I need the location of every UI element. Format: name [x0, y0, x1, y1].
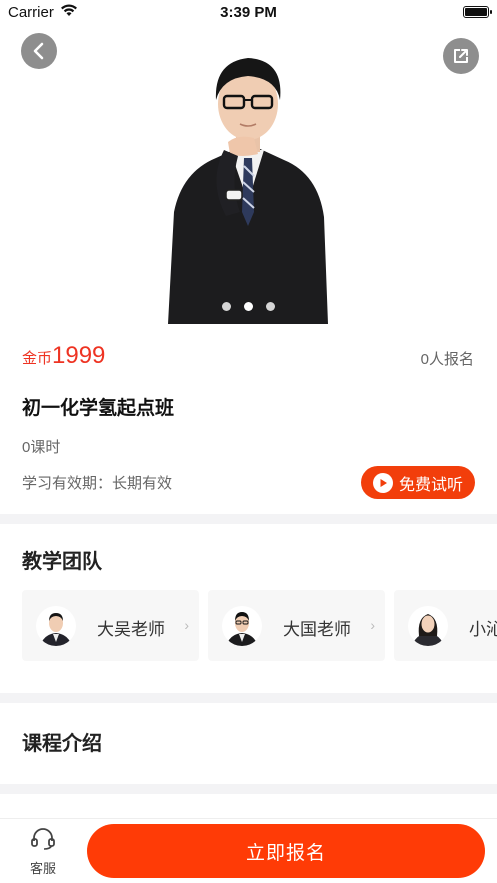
teacher-name: 小沁: [469, 620, 497, 639]
carousel-dot-active[interactable]: [244, 302, 253, 311]
back-button[interactable]: [21, 33, 57, 69]
carousel-indicator: [0, 302, 497, 311]
teacher-list[interactable]: 大吴老师 › 大国老师 › 小沁 ›: [22, 590, 497, 662]
teacher-card[interactable]: 大吴老师 ›: [22, 590, 199, 661]
teacher-photo: [168, 58, 328, 324]
validity-period: 学习有效期：长期有效: [22, 475, 173, 492]
chevron-left-icon: [33, 42, 44, 60]
course-info: 金币1999 0人报名 初一化学氢起点班 0课时 学习有效期：长期有效 免费试听: [0, 324, 497, 514]
share-button[interactable]: [443, 38, 479, 74]
clock: 3:39 PM: [220, 4, 277, 21]
teacher-card[interactable]: 小沁 ›: [394, 590, 497, 661]
section-divider: [0, 514, 497, 524]
free-trial-button[interactable]: 免费试听: [361, 466, 475, 499]
teacher-name: 大国老师: [283, 620, 351, 639]
carousel-dot[interactable]: [266, 302, 275, 311]
enroll-now-label: 立即报名: [245, 842, 326, 864]
price-unit: 金币: [22, 350, 53, 367]
lesson-count: 0课时: [22, 439, 61, 456]
customer-service-button[interactable]: 客服: [20, 827, 66, 877]
chevron-right-icon: ›: [370, 617, 375, 633]
hero-carousel[interactable]: [0, 26, 497, 324]
teacher-card[interactable]: 大国老师 ›: [208, 590, 385, 661]
intro-section-title: 课程介绍: [22, 733, 102, 755]
teacher-avatar: [36, 606, 76, 646]
course-title: 初一化学氢起点班: [22, 398, 175, 419]
teacher-avatar: [222, 606, 262, 646]
section-divider: [0, 693, 497, 703]
battery-icon: [463, 6, 492, 18]
chevron-right-icon: ›: [184, 617, 189, 633]
customer-service-label: 客服: [29, 861, 56, 876]
section-divider: [0, 784, 497, 794]
enroll-now-button[interactable]: 立即报名: [87, 824, 485, 878]
teacher-avatar: [408, 606, 448, 646]
enrolled-count: 0人报名: [420, 351, 474, 368]
share-icon: [454, 49, 468, 63]
status-bar: Carrier 3:39 PM: [0, 0, 497, 26]
carousel-dot[interactable]: [222, 302, 231, 311]
price: 金币1999: [22, 342, 105, 370]
teacher-name: 大吴老师: [97, 620, 165, 639]
price-value: 1999: [52, 342, 106, 369]
free-trial-label: 免费试听: [398, 476, 463, 494]
headset-icon: [31, 828, 55, 850]
team-section-title: 教学团队: [22, 551, 102, 573]
play-icon: [372, 472, 393, 493]
bottom-action-bar: 客服 立即报名: [0, 818, 497, 883]
